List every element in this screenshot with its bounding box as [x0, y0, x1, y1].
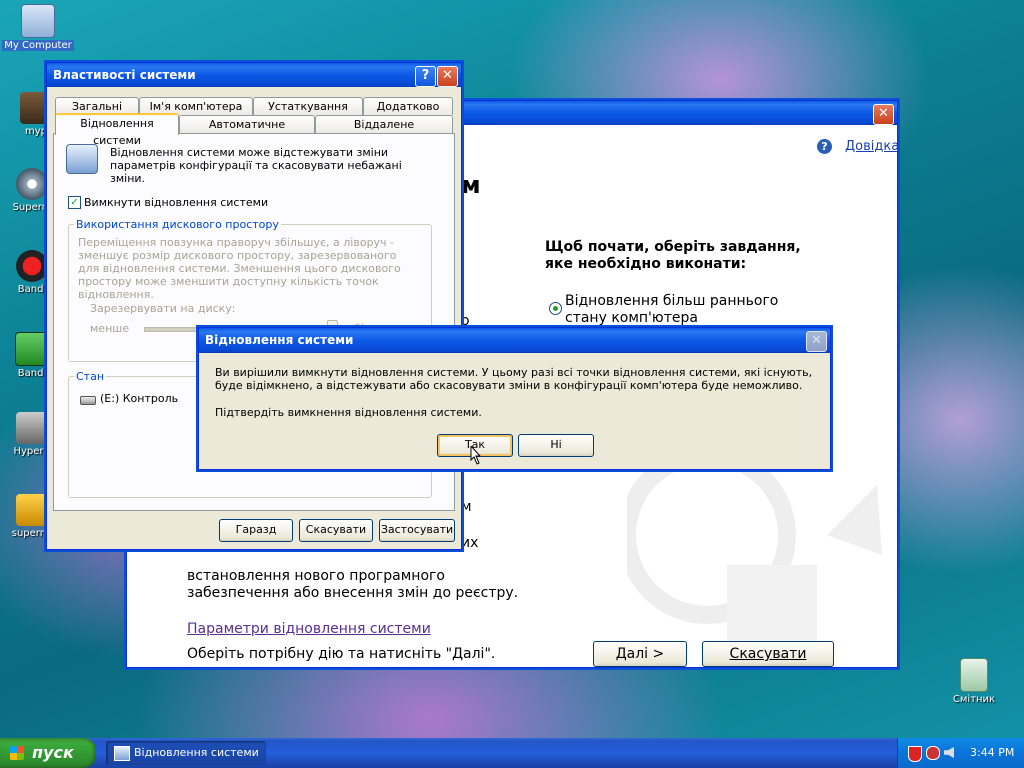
recycle-bin-icon [960, 658, 988, 692]
system-properties-dialog: Властивості системи ? ✕ Загальні Ім'я ко… [46, 62, 462, 550]
app-icon [16, 494, 48, 526]
system-tray: 3:44 PM [897, 738, 1024, 768]
camera-icon [16, 412, 48, 444]
desktop-icon-my-computer[interactable]: My Computer [2, 4, 74, 51]
close-button[interactable]: ✕ [437, 66, 458, 87]
no-button[interactable]: Ні [518, 434, 594, 457]
task-prompt: Щоб почати, оберіть завдання, яке необхі… [545, 239, 801, 272]
desktop-icon-recycle-bin[interactable]: Смітник [938, 658, 1010, 705]
confirm-question: Підтвердіть вимкнення відновлення систем… [215, 406, 482, 419]
desktop-icon-label: Bandi [17, 284, 47, 295]
reserve-label: Зарезервувати на диску: [90, 302, 236, 315]
desktop-icon-label: Bandi [17, 368, 47, 379]
confirm-title: Відновлення системи [205, 333, 354, 347]
help-link[interactable]: Довідка [845, 139, 899, 154]
confirm-titlebar[interactable]: Відновлення системи ✕ [199, 328, 830, 353]
help-icon[interactable]: ? [817, 139, 832, 154]
restore-settings-link[interactable]: Параметри відновлення системи [187, 621, 431, 638]
disk-usage-group-title: Використання дискового простору [74, 218, 281, 231]
confirm-disable-dialog: Відновлення системи ✕ Ви вирішили вимкну… [198, 327, 831, 470]
apply-button[interactable]: Застосувати [379, 519, 455, 542]
next-button[interactable]: Далі > [593, 641, 687, 667]
film-icon [15, 332, 49, 366]
tab-hardware[interactable]: Устаткування [253, 97, 363, 115]
drive-icon [80, 396, 96, 405]
tab-system-restore[interactable]: Відновлення системи [55, 113, 179, 147]
disable-restore-checkbox[interactable]: ✓ [68, 196, 81, 209]
tab-remote[interactable]: Віддалене використання [315, 115, 453, 148]
taskbar-item-label: Відновлення системи [134, 746, 259, 759]
left-text-fragment: их [461, 535, 479, 551]
disk-usage-description: Переміщення повзунка праворуч збільшує, … [78, 236, 401, 301]
wizard-cancel-button[interactable]: Скасувати [702, 641, 834, 667]
close-button[interactable]: ✕ [806, 331, 827, 352]
description-line-2: забезпечення або внесення змін до реєстр… [187, 585, 519, 601]
start-button[interactable]: пуск [0, 738, 96, 768]
ok-button[interactable]: Гаразд [219, 519, 293, 542]
status-group-title: Стан [74, 370, 107, 383]
close-button[interactable]: ✕ [873, 104, 894, 125]
properties-titlebar[interactable]: Властивості системи ? ✕ [47, 63, 461, 87]
instruction-text: Оберіть потрібну дію та натисніть "Далі"… [187, 646, 496, 662]
restore-intro-text: Відновлення системи може відстежувати зм… [110, 146, 402, 185]
windows-logo-icon [10, 746, 24, 760]
taskbar: пуск Відновлення системи 3:44 PM [0, 738, 1024, 768]
radio-dot [553, 306, 558, 311]
help-button[interactable]: ? [415, 66, 436, 87]
heading-fragment: м [461, 171, 481, 199]
start-label: пуск [32, 743, 74, 762]
disable-restore-label[interactable]: Вимкнути відновлення системи [84, 196, 268, 209]
desktop-icon-label: Смітник [952, 694, 996, 705]
computer-icon [21, 4, 55, 38]
less-label: менше [90, 322, 130, 335]
mouse-cursor-icon [470, 446, 482, 465]
disc-icon [16, 168, 48, 200]
option-restore-earlier-label[interactable]: Відновлення більш раннього стану комп'ют… [565, 293, 805, 327]
network-icon[interactable] [926, 746, 940, 760]
left-text-fragment: м [461, 499, 472, 515]
clock[interactable]: 3:44 PM [970, 738, 1014, 768]
tab-advanced[interactable]: Додатково [363, 97, 453, 115]
desktop-icon-label: My Computer [2, 40, 74, 51]
cancel-button[interactable]: Скасувати [299, 519, 373, 542]
drive-status[interactable]: (E:) Контроль [100, 392, 178, 405]
tab-automatic-updates[interactable]: Автоматичне оновлення [179, 115, 315, 148]
security-shield-icon[interactable] [908, 746, 922, 762]
volume-icon[interactable] [944, 747, 954, 758]
properties-title: Властивості системи [53, 68, 196, 82]
restore-task-icon [114, 746, 130, 761]
taskbar-item-system-restore[interactable]: Відновлення системи [106, 741, 266, 765]
description-line-1: встановлення нового програмного [187, 568, 445, 584]
radio-restore-earlier[interactable] [549, 302, 562, 315]
record-icon [16, 250, 48, 282]
confirm-message: Ви вирішили вимкнути відновлення системи… [215, 366, 813, 392]
